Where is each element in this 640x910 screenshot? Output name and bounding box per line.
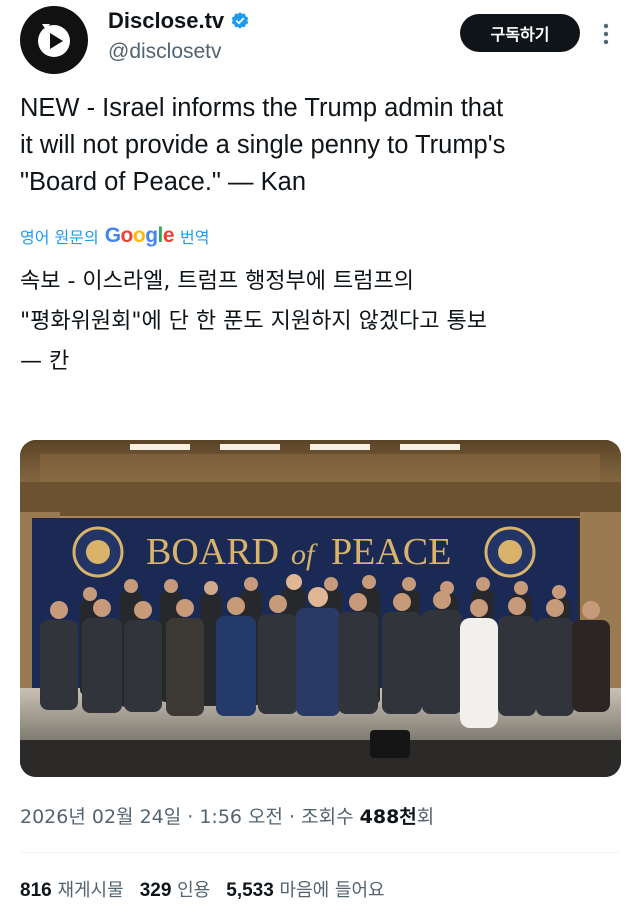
retweets-count: 816 [20,880,52,901]
banner-word-peace: PEACE [331,531,451,573]
view-count-suffix: 회 [416,806,435,828]
verified-badge-icon [232,12,249,29]
banner-word-of: of [291,538,318,571]
disclose-logo-icon [38,24,70,57]
quotes-count: 329 [139,880,172,901]
banner-word-board: BOARD [146,531,279,573]
retweets-stat[interactable]: 816 재게시물 [20,876,124,902]
tweet-photo[interactable]: BOARD of PEACE [20,440,621,777]
tweet-text: NEW - Israel informs the Trump admin tha… [20,90,630,201]
tweet-meta: 2026년 02월 24일 · 1:56 오전 · 조회수 488천회 [20,802,434,829]
translated-text: 속보 - 이스라엘, 트럼프 행정부에 트럼프의 "평화위원회"에 단 한 푼도… [20,262,630,382]
name-row: Disclose.tv [108,8,250,34]
translated-line: 속보 - 이스라엘, 트럼프 행정부에 트럼프의 [20,269,414,294]
translation-suffix: 번역 [180,228,210,247]
timestamp[interactable]: 2026년 02월 24일 · 1:56 오전 · 조회수 [20,806,360,828]
translated-line: — 칸 [20,349,70,374]
tweet-line: NEW - Israel informs the Trump admin tha… [20,94,504,122]
likes-label: 마음에 들어요 [279,880,385,901]
likes-stat[interactable]: 5,533 마음에 들어요 [226,876,384,902]
handle[interactable]: @disclosetv [108,40,222,64]
translated-line: "평화위원회"에 단 한 푼도 지원하지 않겠다고 통보 [20,309,487,334]
tweet-line: "Board of Peace." — Kan [20,168,307,196]
display-name[interactable]: Disclose.tv [108,8,224,34]
translation-attribution[interactable]: 영어 원문의 Google 번역 [20,224,210,248]
tweet-line: it will not provide a single penny to Tr… [20,131,506,159]
engagement-stats: 816 재게시물 329 인용 5,533 마음에 들어요 [20,876,385,902]
quotes-stat[interactable]: 329 인용 [140,876,211,902]
divider [20,852,620,853]
people-group [40,574,610,728]
avatar[interactable] [20,6,88,74]
tweet-header: Disclose.tv @disclosetv 구독하기 [0,0,640,88]
likes-count: 5,533 [226,880,274,901]
view-count: 488천 [359,806,417,828]
subscribe-button[interactable]: 구독하기 [460,14,580,52]
more-options-icon[interactable] [600,20,612,48]
board-of-peace-photo: BOARD of PEACE [20,440,621,777]
google-logo: Google [104,224,175,247]
quotes-label: 인용 [177,880,211,901]
retweets-label: 재게시물 [57,880,124,901]
translation-prefix: 영어 원문의 [20,228,99,247]
